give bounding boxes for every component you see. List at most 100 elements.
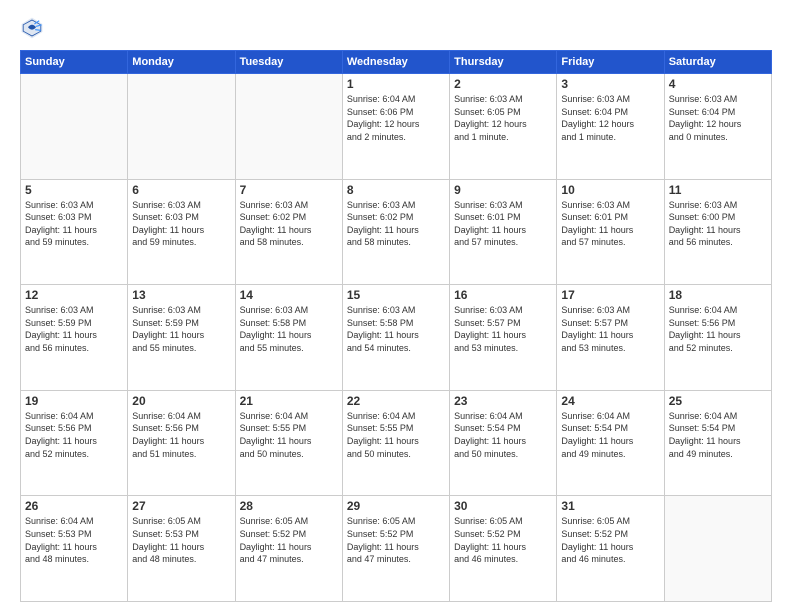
calendar-cell: 17 Sunrise: 6:03 AMSunset: 5:57 PMDayligh… bbox=[557, 285, 664, 391]
cell-daylight-info: Sunrise: 6:03 AMSunset: 6:01 PMDaylight:… bbox=[561, 199, 659, 249]
day-number: 25 bbox=[669, 394, 767, 408]
day-number: 28 bbox=[240, 499, 338, 513]
cell-daylight-info: Sunrise: 6:03 AMSunset: 5:57 PMDaylight:… bbox=[561, 304, 659, 354]
day-number: 26 bbox=[25, 499, 123, 513]
calendar-cell: 3Sunrise: 6:03 AMSunset: 6:04 PMDaylight… bbox=[557, 74, 664, 180]
cell-daylight-info: Sunrise: 6:04 AMSunset: 5:56 PMDaylight:… bbox=[669, 304, 767, 354]
cell-daylight-info: Sunrise: 6:03 AMSunset: 5:59 PMDaylight:… bbox=[25, 304, 123, 354]
calendar-week-3: 12 Sunrise: 6:03 AMSunset: 5:59 PMDayligh… bbox=[21, 285, 772, 391]
cell-daylight-info: Sunrise: 6:04 AMSunset: 5:56 PMDaylight:… bbox=[132, 410, 230, 460]
calendar-cell: 20 Sunrise: 6:04 AMSunset: 5:56 PMDayligh… bbox=[128, 390, 235, 496]
calendar-cell bbox=[128, 74, 235, 180]
day-number: 14 bbox=[240, 288, 338, 302]
day-number: 19 bbox=[25, 394, 123, 408]
cell-daylight-info: Sunrise: 6:03 AMSunset: 6:03 PMDaylight:… bbox=[132, 199, 230, 249]
day-number: 13 bbox=[132, 288, 230, 302]
cell-daylight-info: Sunrise: 6:04 AMSunset: 5:56 PMDaylight:… bbox=[25, 410, 123, 460]
day-number: 20 bbox=[132, 394, 230, 408]
calendar-cell: 30 Sunrise: 6:05 AMSunset: 5:52 PMDayligh… bbox=[450, 496, 557, 602]
calendar-cell: 7 Sunrise: 6:03 AMSunset: 6:02 PMDaylight… bbox=[235, 179, 342, 285]
logo bbox=[20, 16, 48, 40]
day-number: 7 bbox=[240, 183, 338, 197]
page: SundayMondayTuesdayWednesdayThursdayFrid… bbox=[0, 0, 792, 612]
cell-daylight-info: Sunrise: 6:04 AMSunset: 5:55 PMDaylight:… bbox=[240, 410, 338, 460]
day-number: 12 bbox=[25, 288, 123, 302]
logo-icon bbox=[20, 16, 44, 40]
day-number: 24 bbox=[561, 394, 659, 408]
calendar-header-friday: Friday bbox=[557, 51, 664, 74]
calendar-cell: 11 Sunrise: 6:03 AMSunset: 6:00 PMDayligh… bbox=[664, 179, 771, 285]
day-number: 2 bbox=[454, 77, 552, 91]
calendar-cell: 28 Sunrise: 6:05 AMSunset: 5:52 PMDayligh… bbox=[235, 496, 342, 602]
calendar-header-saturday: Saturday bbox=[664, 51, 771, 74]
cell-daylight-info: Sunrise: 6:04 AMSunset: 6:06 PMDaylight:… bbox=[347, 93, 445, 143]
calendar-cell: 16 Sunrise: 6:03 AMSunset: 5:57 PMDayligh… bbox=[450, 285, 557, 391]
day-number: 11 bbox=[669, 183, 767, 197]
day-number: 5 bbox=[25, 183, 123, 197]
calendar-cell: 14 Sunrise: 6:03 AMSunset: 5:58 PMDayligh… bbox=[235, 285, 342, 391]
day-number: 18 bbox=[669, 288, 767, 302]
day-number: 10 bbox=[561, 183, 659, 197]
cell-daylight-info: Sunrise: 6:03 AMSunset: 6:00 PMDaylight:… bbox=[669, 199, 767, 249]
calendar-cell: 23 Sunrise: 6:04 AMSunset: 5:54 PMDayligh… bbox=[450, 390, 557, 496]
cell-daylight-info: Sunrise: 6:03 AMSunset: 5:58 PMDaylight:… bbox=[240, 304, 338, 354]
calendar-cell bbox=[235, 74, 342, 180]
day-number: 30 bbox=[454, 499, 552, 513]
day-number: 21 bbox=[240, 394, 338, 408]
cell-daylight-info: Sunrise: 6:03 AMSunset: 6:02 PMDaylight:… bbox=[347, 199, 445, 249]
calendar-cell: 1 Sunrise: 6:04 AMSunset: 6:06 PMDaylight… bbox=[342, 74, 449, 180]
calendar-cell: 9 Sunrise: 6:03 AMSunset: 6:01 PMDaylight… bbox=[450, 179, 557, 285]
cell-daylight-info: Sunrise: 6:04 AMSunset: 5:54 PMDaylight:… bbox=[454, 410, 552, 460]
calendar-cell: 19 Sunrise: 6:04 AMSunset: 5:56 PMDayligh… bbox=[21, 390, 128, 496]
day-number: 16 bbox=[454, 288, 552, 302]
calendar-week-5: 26 Sunrise: 6:04 AMSunset: 5:53 PMDayligh… bbox=[21, 496, 772, 602]
calendar-cell bbox=[21, 74, 128, 180]
calendar-cell: 13Sunrise: 6:03 AMSunset: 5:59 PMDayligh… bbox=[128, 285, 235, 391]
cell-daylight-info: Sunrise: 6:04 AMSunset: 5:54 PMDaylight:… bbox=[669, 410, 767, 460]
calendar-header-sunday: Sunday bbox=[21, 51, 128, 74]
cell-daylight-info: Sunrise: 6:03 AMSunset: 6:04 PMDaylight:… bbox=[561, 93, 659, 143]
calendar-cell: 2 Sunrise: 6:03 AMSunset: 6:05 PMDaylight… bbox=[450, 74, 557, 180]
calendar-cell: 31 Sunrise: 6:05 AMSunset: 5:52 PMDayligh… bbox=[557, 496, 664, 602]
day-number: 17 bbox=[561, 288, 659, 302]
cell-daylight-info: Sunrise: 6:03 AMSunset: 6:03 PMDaylight:… bbox=[25, 199, 123, 249]
cell-daylight-info: Sunrise: 6:03 AMSunset: 6:05 PMDaylight:… bbox=[454, 93, 552, 143]
calendar-cell: 15Sunrise: 6:03 AMSunset: 5:58 PMDayligh… bbox=[342, 285, 449, 391]
calendar-cell: 12 Sunrise: 6:03 AMSunset: 5:59 PMDayligh… bbox=[21, 285, 128, 391]
calendar-cell: 29Sunrise: 6:05 AMSunset: 5:52 PMDayligh… bbox=[342, 496, 449, 602]
calendar-header-monday: Monday bbox=[128, 51, 235, 74]
calendar-header-row: SundayMondayTuesdayWednesdayThursdayFrid… bbox=[21, 51, 772, 74]
header bbox=[20, 16, 772, 40]
calendar-cell: 25 Sunrise: 6:04 AMSunset: 5:54 PMDayligh… bbox=[664, 390, 771, 496]
calendar-header-wednesday: Wednesday bbox=[342, 51, 449, 74]
cell-daylight-info: Sunrise: 6:03 AMSunset: 6:01 PMDaylight:… bbox=[454, 199, 552, 249]
day-number: 1 bbox=[347, 77, 445, 91]
cell-daylight-info: Sunrise: 6:03 AMSunset: 5:57 PMDaylight:… bbox=[454, 304, 552, 354]
calendar-cell: 18 Sunrise: 6:04 AMSunset: 5:56 PMDayligh… bbox=[664, 285, 771, 391]
cell-daylight-info: Sunrise: 6:04 AMSunset: 5:55 PMDaylight:… bbox=[347, 410, 445, 460]
day-number: 29 bbox=[347, 499, 445, 513]
cell-daylight-info: Sunrise: 6:04 AMSunset: 5:53 PMDaylight:… bbox=[25, 515, 123, 565]
day-number: 9 bbox=[454, 183, 552, 197]
calendar-header-tuesday: Tuesday bbox=[235, 51, 342, 74]
cell-daylight-info: Sunrise: 6:05 AMSunset: 5:52 PMDaylight:… bbox=[240, 515, 338, 565]
calendar-week-1: 1 Sunrise: 6:04 AMSunset: 6:06 PMDaylight… bbox=[21, 74, 772, 180]
calendar-week-4: 19 Sunrise: 6:04 AMSunset: 5:56 PMDayligh… bbox=[21, 390, 772, 496]
calendar-cell: 6 Sunrise: 6:03 AMSunset: 6:03 PMDaylight… bbox=[128, 179, 235, 285]
calendar-cell: 10 Sunrise: 6:03 AMSunset: 6:01 PMDayligh… bbox=[557, 179, 664, 285]
day-number: 23 bbox=[454, 394, 552, 408]
cell-daylight-info: Sunrise: 6:05 AMSunset: 5:52 PMDaylight:… bbox=[561, 515, 659, 565]
day-number: 8 bbox=[347, 183, 445, 197]
calendar-cell: 21 Sunrise: 6:04 AMSunset: 5:55 PMDayligh… bbox=[235, 390, 342, 496]
day-number: 4 bbox=[669, 77, 767, 91]
cell-daylight-info: Sunrise: 6:03 AMSunset: 6:02 PMDaylight:… bbox=[240, 199, 338, 249]
calendar-cell: 22 Sunrise: 6:04 AMSunset: 5:55 PMDayligh… bbox=[342, 390, 449, 496]
cell-daylight-info: Sunrise: 6:04 AMSunset: 5:54 PMDaylight:… bbox=[561, 410, 659, 460]
calendar-cell: 8 Sunrise: 6:03 AMSunset: 6:02 PMDaylight… bbox=[342, 179, 449, 285]
day-number: 22 bbox=[347, 394, 445, 408]
day-number: 6 bbox=[132, 183, 230, 197]
cell-daylight-info: Sunrise: 6:03 AMSunset: 6:04 PMDaylight:… bbox=[669, 93, 767, 143]
calendar-cell: 5 Sunrise: 6:03 AMSunset: 6:03 PMDaylight… bbox=[21, 179, 128, 285]
day-number: 31 bbox=[561, 499, 659, 513]
cell-daylight-info: Sunrise: 6:05 AMSunset: 5:52 PMDaylight:… bbox=[454, 515, 552, 565]
